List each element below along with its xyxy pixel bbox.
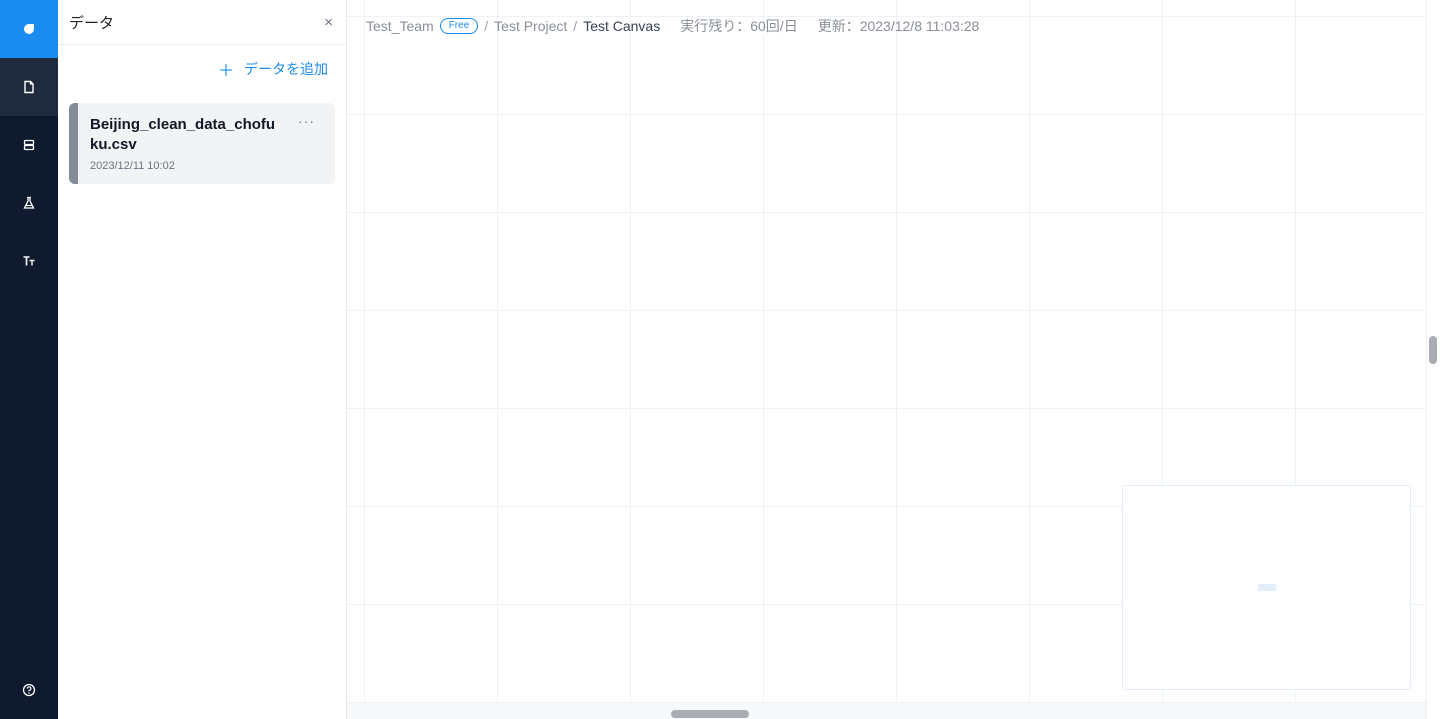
panel-title: データ (69, 14, 115, 32)
add-data-button[interactable]: ＋ データを追加 (218, 57, 328, 81)
rail-data-button[interactable] (0, 58, 58, 116)
icon-rail (0, 0, 58, 719)
close-icon[interactable]: × (324, 15, 333, 30)
rail-database-button[interactable] (0, 116, 58, 174)
file-icon (24, 80, 34, 94)
breadcrumb-canvas: Test Canvas (583, 18, 661, 34)
add-data-label: データを追加 (244, 61, 328, 77)
plan-badge: Free (439, 18, 479, 34)
horizontal-scroll-thumb[interactable] (671, 710, 749, 718)
text-size-icon (23, 256, 35, 266)
logo-icon (24, 24, 34, 34)
more-options-icon[interactable]: ··· (298, 113, 315, 129)
breadcrumb: Test_Team Free / Test Project / Test Can… (366, 16, 979, 36)
panel-header: データ × (58, 0, 346, 45)
last-updated: 更新：2023/12/8 11:03:28 (817, 18, 980, 34)
app-window: データ × ＋ データを追加 Beijing_clean_data_chofuk… (0, 0, 1440, 719)
vertical-scroll-thumb[interactable] (1429, 336, 1437, 364)
file-name: Beijing_clean_data_chofuku.csv (90, 116, 276, 153)
breadcrumb-separator: / (573, 18, 578, 34)
breadcrumb-project[interactable]: Test Project (494, 18, 567, 34)
flask-icon (23, 196, 35, 209)
database-icon (23, 139, 35, 151)
data-panel: データ × ＋ データを追加 Beijing_clean_data_chofuk… (58, 0, 347, 719)
app-logo[interactable] (0, 0, 58, 58)
canvas-area[interactable]: Test_Team Free / Test Project / Test Can… (347, 0, 1440, 719)
file-date: 2023/12/11 10:02 (90, 160, 175, 172)
horizontal-scrollbar[interactable] (347, 703, 1427, 719)
help-circle-icon (22, 683, 36, 697)
data-file-card[interactable]: Beijing_clean_data_chofuku.csv 2023/12/1… (69, 103, 335, 184)
rail-model-button[interactable] (0, 174, 58, 232)
rail-help-button[interactable] (0, 661, 58, 719)
minimap[interactable] (1122, 485, 1411, 690)
minimap-viewport[interactable] (1258, 584, 1276, 591)
breadcrumb-separator: / (484, 18, 489, 34)
vertical-scrollbar[interactable] (1426, 0, 1440, 719)
plus-icon: ＋ (217, 63, 234, 80)
rail-text-button[interactable] (0, 232, 58, 290)
runs-remaining: 実行残り：60回/日 (680, 18, 798, 34)
file-card-accent-bar (69, 103, 78, 184)
breadcrumb-team[interactable]: Test_Team (366, 18, 434, 34)
